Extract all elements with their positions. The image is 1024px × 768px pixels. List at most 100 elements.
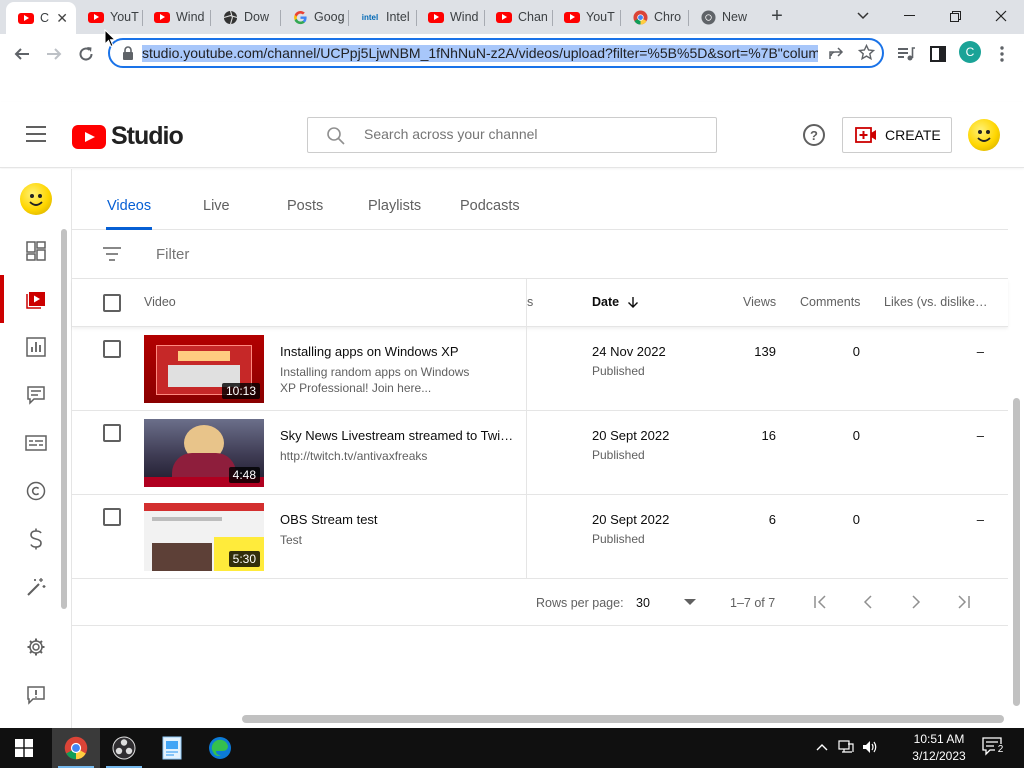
reload-button[interactable]: [72, 40, 100, 68]
first-page-button[interactable]: [810, 592, 830, 612]
vertical-scrollbar[interactable]: [1013, 398, 1020, 706]
taskbar-obs[interactable]: [100, 728, 148, 768]
sidebar-item-settings[interactable]: [24, 635, 48, 659]
previous-page-button[interactable]: [858, 592, 878, 612]
taskbar-file-app[interactable]: [148, 728, 196, 768]
caret-down-icon[interactable]: [684, 599, 696, 605]
select-all-checkbox[interactable]: [103, 294, 121, 312]
tab-title: YouT: [110, 10, 139, 24]
channel-avatar[interactable]: [20, 183, 52, 215]
new-tab-button[interactable]: +: [763, 2, 791, 30]
video-comments: 0: [852, 428, 860, 443]
browser-tab[interactable]: Wind: [416, 4, 484, 30]
tab-title: Chro: [654, 10, 682, 24]
taskbar-edge[interactable]: [196, 728, 244, 768]
video-title[interactable]: OBS Stream test: [280, 512, 514, 527]
browser-tab[interactable]: YouT: [552, 4, 620, 30]
media-control-button[interactable]: [892, 40, 920, 68]
video-thumbnail[interactable]: 4:48: [144, 419, 264, 487]
table-row[interactable]: 4:48 Sky News Livestream streamed to Twi…: [72, 411, 1008, 495]
sidebar-item-feedback[interactable]: [24, 683, 48, 707]
start-button[interactable]: [0, 728, 48, 768]
back-button[interactable]: [8, 40, 36, 68]
clock-date[interactable]: 3/12/2023: [906, 749, 972, 763]
clock-time[interactable]: 10:51 AM: [906, 732, 972, 746]
video-title[interactable]: Installing apps on Windows XP: [280, 344, 514, 359]
sidebar-item-content[interactable]: [24, 287, 48, 311]
filter-icon[interactable]: [103, 247, 121, 261]
browser-tab[interactable]: Chro: [620, 4, 688, 30]
browser-tab[interactable]: Chan: [484, 4, 552, 30]
tab-title: Goog: [314, 10, 345, 24]
video-title[interactable]: Sky News Livestream streamed to Twi…: [280, 428, 514, 443]
tab-podcasts[interactable]: Podcasts: [460, 198, 520, 214]
tab-title: Intel: [386, 10, 410, 24]
column-header-views[interactable]: Views: [743, 295, 776, 309]
browser-tab[interactable]: YouT: [76, 4, 142, 30]
horizontal-scrollbar[interactable]: [242, 715, 1004, 723]
tab-search-button[interactable]: [840, 0, 886, 32]
tab-posts[interactable]: Posts: [287, 198, 323, 214]
bookmark-star-icon[interactable]: [857, 43, 876, 66]
side-panel-button[interactable]: [924, 40, 952, 68]
sidebar-item-customization[interactable]: [24, 575, 48, 599]
tab-playlists[interactable]: Playlists: [368, 198, 421, 214]
account-avatar[interactable]: [968, 119, 1000, 151]
tab-live[interactable]: Live: [203, 198, 230, 214]
last-page-icon: [958, 595, 970, 609]
browser-tab[interactable]: Dow: [210, 4, 280, 30]
column-header-date[interactable]: Date: [592, 295, 639, 309]
close-window-button[interactable]: [978, 0, 1024, 32]
sidebar-item-dashboard[interactable]: [24, 239, 48, 263]
address-bar[interactable]: studio.youtube.com/channel/UCPpj5LjwNBM_…: [108, 38, 884, 68]
next-page-button[interactable]: [906, 592, 926, 612]
minimize-icon: [903, 15, 915, 16]
row-checkbox[interactable]: [103, 508, 121, 526]
search-input[interactable]: [364, 126, 694, 142]
create-button[interactable]: CREATE: [842, 117, 952, 153]
close-tab-icon[interactable]: ✕: [56, 10, 68, 27]
windows-logo-icon: [15, 739, 33, 757]
minimize-button[interactable]: [886, 0, 932, 32]
browser-tab[interactable]: New: [688, 4, 758, 30]
table-row[interactable]: 5:30 OBS Stream test Test 20 Sept 2022 P…: [72, 495, 1008, 579]
sidebar-item-analytics[interactable]: [24, 335, 48, 359]
sidebar-item-comments[interactable]: [24, 383, 48, 407]
table-row[interactable]: 10:13 Installing apps on Windows XP Inst…: [72, 327, 1008, 411]
filter-input[interactable]: [156, 246, 456, 263]
browser-tab[interactable]: intel Intel: [348, 4, 416, 30]
sidebar-scrollbar[interactable]: [61, 229, 67, 609]
forward-button[interactable]: [40, 40, 68, 68]
rows-per-page-select[interactable]: 30: [636, 596, 650, 610]
taskbar-chrome[interactable]: [52, 728, 100, 768]
video-description: Installing random apps on Windows XP Pro…: [280, 365, 470, 395]
restore-button[interactable]: [932, 0, 978, 32]
browser-tab-active[interactable]: C ✕: [6, 2, 76, 34]
menu-icon[interactable]: [26, 126, 46, 142]
row-checkbox[interactable]: [103, 340, 121, 358]
video-thumbnail[interactable]: 5:30: [144, 503, 264, 571]
sidebar-item-subtitles[interactable]: [24, 431, 48, 455]
action-center-button[interactable]: 2: [982, 737, 1006, 760]
video-likes: –: [976, 344, 984, 359]
column-header-likes[interactable]: Likes (vs. dislike…: [884, 295, 988, 309]
video-thumbnail[interactable]: 10:13: [144, 335, 264, 403]
sidebar-item-earn[interactable]: [24, 527, 48, 551]
browser-profile-avatar[interactable]: C: [959, 41, 981, 63]
volume-icon[interactable]: [862, 739, 878, 758]
sidebar-item-copyright[interactable]: [24, 479, 48, 503]
url-text[interactable]: studio.youtube.com/channel/UCPpj5LjwNBM_…: [142, 45, 818, 62]
youtube-studio-logo[interactable]: Studio: [72, 122, 184, 151]
browser-menu-button[interactable]: [988, 40, 1016, 68]
help-icon[interactable]: ?: [803, 124, 825, 146]
channel-search[interactable]: [307, 117, 717, 153]
share-icon[interactable]: [828, 45, 844, 66]
tab-videos[interactable]: Videos: [107, 198, 151, 214]
network-icon[interactable]: [838, 739, 854, 758]
tray-chevron-up-icon[interactable]: [816, 739, 828, 754]
browser-tab[interactable]: Goog: [280, 4, 348, 30]
column-header-comments[interactable]: Comments: [800, 295, 860, 309]
browser-tab[interactable]: Wind: [142, 4, 210, 30]
row-checkbox[interactable]: [103, 424, 121, 442]
last-page-button[interactable]: [954, 592, 974, 612]
